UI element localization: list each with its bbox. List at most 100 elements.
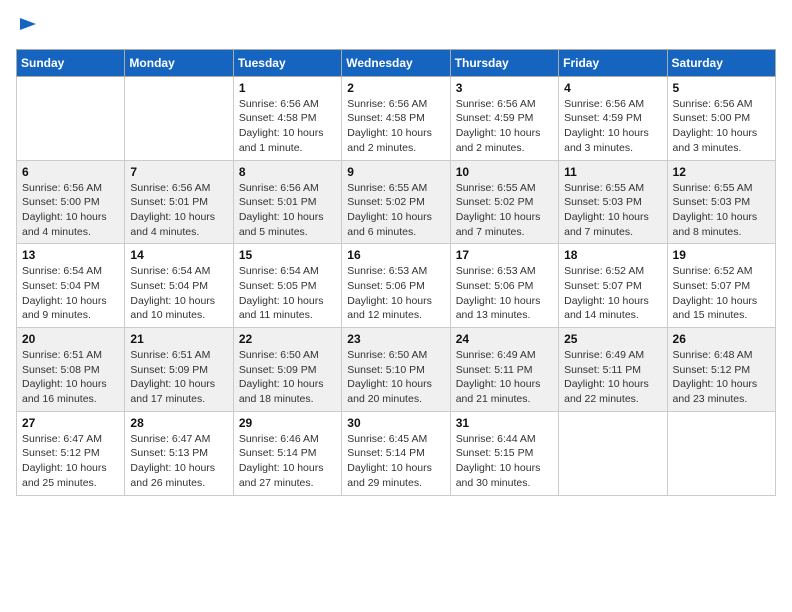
day-number: 5 — [673, 81, 770, 95]
day-detail: Sunrise: 6:53 AM Sunset: 5:06 PM Dayligh… — [347, 264, 444, 323]
day-number: 14 — [130, 248, 227, 262]
day-detail: Sunrise: 6:53 AM Sunset: 5:06 PM Dayligh… — [456, 264, 553, 323]
day-number: 1 — [239, 81, 336, 95]
day-number: 28 — [130, 416, 227, 430]
day-number: 16 — [347, 248, 444, 262]
calendar-cell: 1 Sunrise: 6:56 AM Sunset: 4:58 PM Daylig… — [233, 76, 341, 160]
day-detail: Sunrise: 6:56 AM Sunset: 4:59 PM Dayligh… — [456, 97, 553, 156]
day-detail: Sunrise: 6:52 AM Sunset: 5:07 PM Dayligh… — [673, 264, 770, 323]
day-number: 15 — [239, 248, 336, 262]
calendar-cell: 12Sunrise: 6:55 AM Sunset: 5:03 PM Dayli… — [667, 160, 775, 244]
day-detail: Sunrise: 6:56 AM Sunset: 4:59 PM Dayligh… — [564, 97, 661, 156]
calendar-week-row: 20 Sunrise: 6:51 AM Sunset: 5:08 PM Dayli… — [17, 328, 776, 412]
day-detail: Sunrise: 6:54 AM Sunset: 5:04 PM Dayligh… — [22, 264, 119, 323]
day-detail: Sunrise: 6:48 AM Sunset: 5:12 PM Dayligh… — [673, 348, 770, 407]
calendar-week-row: 1 Sunrise: 6:56 AM Sunset: 4:58 PM Daylig… — [17, 76, 776, 160]
calendar-cell: 25 Sunrise: 6:49 AM Sunset: 5:11 PM Dayli… — [559, 328, 667, 412]
day-detail: Sunrise: 6:56 AM Sunset: 5:00 PM Dayligh… — [673, 97, 770, 156]
day-detail: Sunrise: 6:55 AM Sunset: 5:02 PM Dayligh… — [347, 181, 444, 240]
calendar-cell: 29 Sunrise: 6:46 AM Sunset: 5:14 PM Dayli… — [233, 411, 341, 495]
day-number: 18 — [564, 248, 661, 262]
calendar-cell: 2 Sunrise: 6:56 AM Sunset: 4:58 PM Daylig… — [342, 76, 450, 160]
day-detail: Sunrise: 6:56 AM Sunset: 4:58 PM Dayligh… — [239, 97, 336, 156]
day-number: 2 — [347, 81, 444, 95]
calendar-cell: 11 Sunrise: 6:55 AM Sunset: 5:03 PM Dayli… — [559, 160, 667, 244]
day-number: 31 — [456, 416, 553, 430]
day-of-week-header: Wednesday — [342, 49, 450, 76]
day-detail: Sunrise: 6:54 AM Sunset: 5:04 PM Dayligh… — [130, 264, 227, 323]
page-header — [16, 16, 776, 41]
day-number: 10 — [456, 165, 553, 179]
calendar-cell: 28 Sunrise: 6:47 AM Sunset: 5:13 PM Dayli… — [125, 411, 233, 495]
day-number: 22 — [239, 332, 336, 346]
day-detail: Sunrise: 6:55 AM Sunset: 5:03 PM Dayligh… — [564, 181, 661, 240]
day-detail: Sunrise: 6:51 AM Sunset: 5:09 PM Dayligh… — [130, 348, 227, 407]
calendar-week-row: 13Sunrise: 6:54 AM Sunset: 5:04 PM Dayli… — [17, 244, 776, 328]
calendar-cell — [667, 411, 775, 495]
day-number: 30 — [347, 416, 444, 430]
calendar-cell: 20 Sunrise: 6:51 AM Sunset: 5:08 PM Dayli… — [17, 328, 125, 412]
calendar-cell: 31Sunrise: 6:44 AM Sunset: 5:15 PM Dayli… — [450, 411, 558, 495]
day-number: 26 — [673, 332, 770, 346]
day-number: 9 — [347, 165, 444, 179]
day-of-week-header: Thursday — [450, 49, 558, 76]
day-detail: Sunrise: 6:52 AM Sunset: 5:07 PM Dayligh… — [564, 264, 661, 323]
day-of-week-header: Monday — [125, 49, 233, 76]
day-number: 6 — [22, 165, 119, 179]
day-number: 20 — [22, 332, 119, 346]
day-number: 12 — [673, 165, 770, 179]
calendar-cell: 16 Sunrise: 6:53 AM Sunset: 5:06 PM Dayli… — [342, 244, 450, 328]
logo-flag-icon — [18, 16, 38, 36]
day-number: 17 — [456, 248, 553, 262]
calendar-cell: 27Sunrise: 6:47 AM Sunset: 5:12 PM Dayli… — [17, 411, 125, 495]
day-number: 24 — [456, 332, 553, 346]
day-detail: Sunrise: 6:50 AM Sunset: 5:10 PM Dayligh… — [347, 348, 444, 407]
calendar-cell: 8Sunrise: 6:56 AM Sunset: 5:01 PM Daylig… — [233, 160, 341, 244]
day-number: 19 — [673, 248, 770, 262]
calendar-week-row: 27Sunrise: 6:47 AM Sunset: 5:12 PM Dayli… — [17, 411, 776, 495]
calendar-cell: 23 Sunrise: 6:50 AM Sunset: 5:10 PM Dayli… — [342, 328, 450, 412]
day-of-week-header: Friday — [559, 49, 667, 76]
calendar-cell: 17 Sunrise: 6:53 AM Sunset: 5:06 PM Dayli… — [450, 244, 558, 328]
day-number: 11 — [564, 165, 661, 179]
calendar-cell: 30 Sunrise: 6:45 AM Sunset: 5:14 PM Dayli… — [342, 411, 450, 495]
day-number: 23 — [347, 332, 444, 346]
day-number: 8 — [239, 165, 336, 179]
calendar-cell: 5 Sunrise: 6:56 AM Sunset: 5:00 PM Daylig… — [667, 76, 775, 160]
day-detail: Sunrise: 6:55 AM Sunset: 5:02 PM Dayligh… — [456, 181, 553, 240]
day-of-week-header: Saturday — [667, 49, 775, 76]
day-detail: Sunrise: 6:50 AM Sunset: 5:09 PM Dayligh… — [239, 348, 336, 407]
day-detail: Sunrise: 6:47 AM Sunset: 5:13 PM Dayligh… — [130, 432, 227, 491]
day-detail: Sunrise: 6:56 AM Sunset: 5:01 PM Dayligh… — [130, 181, 227, 240]
calendar-cell: 24 Sunrise: 6:49 AM Sunset: 5:11 PM Dayli… — [450, 328, 558, 412]
calendar-cell — [559, 411, 667, 495]
day-detail: Sunrise: 6:49 AM Sunset: 5:11 PM Dayligh… — [564, 348, 661, 407]
calendar-cell: 19 Sunrise: 6:52 AM Sunset: 5:07 PM Dayli… — [667, 244, 775, 328]
logo — [16, 16, 38, 41]
day-detail: Sunrise: 6:45 AM Sunset: 5:14 PM Dayligh… — [347, 432, 444, 491]
calendar-cell: 6 Sunrise: 6:56 AM Sunset: 5:00 PM Daylig… — [17, 160, 125, 244]
calendar-cell — [17, 76, 125, 160]
calendar-table: SundayMondayTuesdayWednesdayThursdayFrid… — [16, 49, 776, 496]
day-number: 4 — [564, 81, 661, 95]
day-number: 29 — [239, 416, 336, 430]
calendar-cell: 26 Sunrise: 6:48 AM Sunset: 5:12 PM Dayli… — [667, 328, 775, 412]
day-detail: Sunrise: 6:56 AM Sunset: 5:00 PM Dayligh… — [22, 181, 119, 240]
calendar-cell: 7 Sunrise: 6:56 AM Sunset: 5:01 PM Daylig… — [125, 160, 233, 244]
calendar-header-row: SundayMondayTuesdayWednesdayThursdayFrid… — [17, 49, 776, 76]
day-number: 3 — [456, 81, 553, 95]
calendar-cell — [125, 76, 233, 160]
day-number: 7 — [130, 165, 227, 179]
day-detail: Sunrise: 6:56 AM Sunset: 4:58 PM Dayligh… — [347, 97, 444, 156]
day-detail: Sunrise: 6:49 AM Sunset: 5:11 PM Dayligh… — [456, 348, 553, 407]
day-detail: Sunrise: 6:51 AM Sunset: 5:08 PM Dayligh… — [22, 348, 119, 407]
day-number: 21 — [130, 332, 227, 346]
calendar-cell: 18 Sunrise: 6:52 AM Sunset: 5:07 PM Dayli… — [559, 244, 667, 328]
day-detail: Sunrise: 6:54 AM Sunset: 5:05 PM Dayligh… — [239, 264, 336, 323]
day-detail: Sunrise: 6:47 AM Sunset: 5:12 PM Dayligh… — [22, 432, 119, 491]
day-detail: Sunrise: 6:46 AM Sunset: 5:14 PM Dayligh… — [239, 432, 336, 491]
calendar-cell: 15 Sunrise: 6:54 AM Sunset: 5:05 PM Dayli… — [233, 244, 341, 328]
day-number: 25 — [564, 332, 661, 346]
calendar-cell: 21 Sunrise: 6:51 AM Sunset: 5:09 PM Dayli… — [125, 328, 233, 412]
calendar-cell: 10 Sunrise: 6:55 AM Sunset: 5:02 PM Dayli… — [450, 160, 558, 244]
